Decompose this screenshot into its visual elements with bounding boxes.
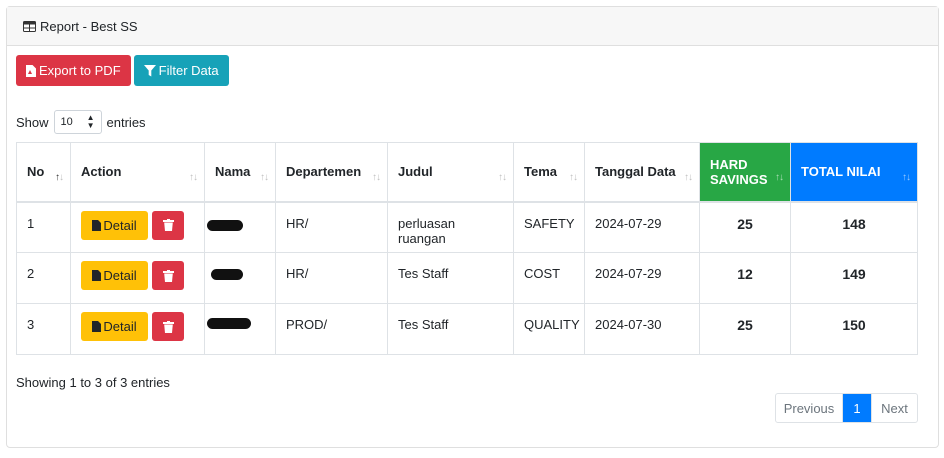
cell-total-nilai: 150	[790, 303, 918, 355]
delete-button[interactable]	[152, 261, 184, 290]
cell-tema: QUALITY	[513, 303, 585, 355]
cell-action: Detail	[70, 201, 205, 253]
page-1-button[interactable]: 1	[843, 394, 871, 422]
cell-judul: Tes Staff	[387, 252, 514, 304]
export-pdf-button[interactable]: Export to PDF	[16, 55, 131, 86]
cell-action: Detail	[70, 252, 205, 304]
column-header-action[interactable]: Action ↑↓	[70, 142, 205, 203]
pdf-file-icon	[26, 64, 36, 77]
sort-asc-icon: ↑↓	[55, 172, 64, 183]
filter-data-label: Filter Data	[158, 63, 219, 78]
cell-no: 2	[16, 252, 71, 304]
cell-tanggal: 2024-07-30	[584, 303, 700, 355]
table-info: Showing 1 to 3 of 3 entries	[16, 375, 170, 390]
table-row: 2 Detail HR/ Tes Staff COST 2024-07-29 1…	[16, 252, 918, 304]
sort-icon: ↑↓	[372, 172, 381, 183]
cell-nama	[204, 252, 276, 304]
cell-tema: COST	[513, 252, 585, 304]
cell-no: 3	[16, 303, 71, 355]
table-row: 3 Detail PROD/ Tes Staff QUALITY 2024-07…	[16, 303, 918, 355]
next-page-button[interactable]: Next	[871, 394, 917, 422]
report-table: No ↑↓ Action ↑↓ Nama ↑↓ Departemen ↑↓ Judul ↑…	[16, 142, 918, 355]
column-header-departemen[interactable]: Departemen ↑↓	[275, 142, 388, 203]
cell-no: 1	[16, 201, 71, 253]
trash-icon	[162, 269, 174, 282]
table-icon	[23, 20, 36, 32]
cell-departemen: PROD/	[275, 303, 388, 355]
detail-button[interactable]: Detail	[81, 261, 148, 290]
sort-icon: ↑↓	[498, 172, 507, 183]
chevron-updown-icon: ▲ ▼	[86, 113, 95, 130]
sort-icon: ↑↓	[569, 172, 578, 183]
sort-icon: ↑↓	[902, 172, 911, 183]
file-icon	[92, 219, 102, 231]
sort-icon: ↑↓	[189, 172, 198, 183]
trash-icon	[162, 320, 174, 333]
filter-data-button[interactable]: Filter Data	[133, 55, 229, 86]
entries-select[interactable]: 10 ▲ ▼	[53, 110, 102, 134]
column-header-no[interactable]: No ↑↓	[16, 142, 71, 203]
cell-judul: Tes Staff	[387, 303, 514, 355]
length-suffix: entries	[106, 114, 146, 130]
cell-hard-savings: 12	[699, 252, 791, 304]
cell-hard-savings: 25	[699, 201, 791, 253]
entries-length-control: Show 10 ▲ ▼ entries	[16, 110, 146, 134]
file-icon	[92, 270, 102, 281]
cell-departemen: HR/	[275, 201, 388, 253]
cell-nama	[204, 201, 276, 253]
previous-page-button[interactable]: Previous	[776, 394, 843, 422]
cell-tanggal: 2024-07-29	[584, 201, 700, 253]
entries-select-value: 10	[60, 116, 73, 128]
trash-icon	[162, 219, 174, 231]
cell-total-nilai: 148	[790, 201, 918, 253]
length-prefix: Show	[16, 114, 49, 130]
file-icon	[92, 321, 102, 332]
cell-tema: SAFETY	[513, 201, 585, 253]
cell-tanggal: 2024-07-29	[584, 252, 700, 304]
delete-button[interactable]	[152, 312, 184, 341]
redaction-mark	[207, 318, 251, 329]
cell-nama	[204, 303, 276, 355]
sort-icon: ↑↓	[260, 172, 269, 183]
detail-button[interactable]: Detail	[81, 210, 148, 240]
pagination: Previous 1 Next	[775, 393, 918, 423]
column-header-judul[interactable]: Judul ↑↓	[387, 142, 514, 203]
detail-button[interactable]: Detail	[81, 312, 148, 341]
export-pdf-label: Export to PDF	[39, 63, 121, 78]
table-header-row: No ↑↓ Action ↑↓ Nama ↑↓ Departemen ↑↓ Judul ↑…	[16, 142, 918, 203]
column-header-hard-savings[interactable]: HARD SAVINGS ↑↓	[699, 142, 791, 203]
cell-judul: perluasan ruangan	[387, 201, 514, 253]
column-header-tanggal-data[interactable]: Tanggal Data ↑↓	[584, 142, 700, 203]
redaction-mark	[207, 219, 243, 231]
column-header-tema[interactable]: Tema ↑↓	[513, 142, 585, 203]
table-row: 1 Detail HR/ perluasan ruangan SAFETY 20…	[16, 201, 918, 253]
card-header: Report - Best SS	[7, 7, 938, 46]
delete-button[interactable]	[152, 210, 184, 240]
filter-icon	[143, 64, 156, 76]
column-header-nama[interactable]: Nama ↑↓	[204, 142, 276, 203]
sort-icon: ↑↓	[775, 172, 784, 183]
cell-total-nilai: 149	[790, 252, 918, 304]
redaction-mark	[211, 269, 243, 280]
column-header-total-nilai[interactable]: TOTAL NILAI ↑↓	[790, 142, 918, 203]
cell-hard-savings: 25	[699, 303, 791, 355]
toolbar: Export to PDF Filter Data	[16, 55, 229, 86]
cell-action: Detail	[70, 303, 205, 355]
sort-icon: ↑↓	[684, 172, 693, 183]
card-title: Report - Best SS	[40, 18, 138, 34]
cell-departemen: HR/	[275, 252, 388, 304]
